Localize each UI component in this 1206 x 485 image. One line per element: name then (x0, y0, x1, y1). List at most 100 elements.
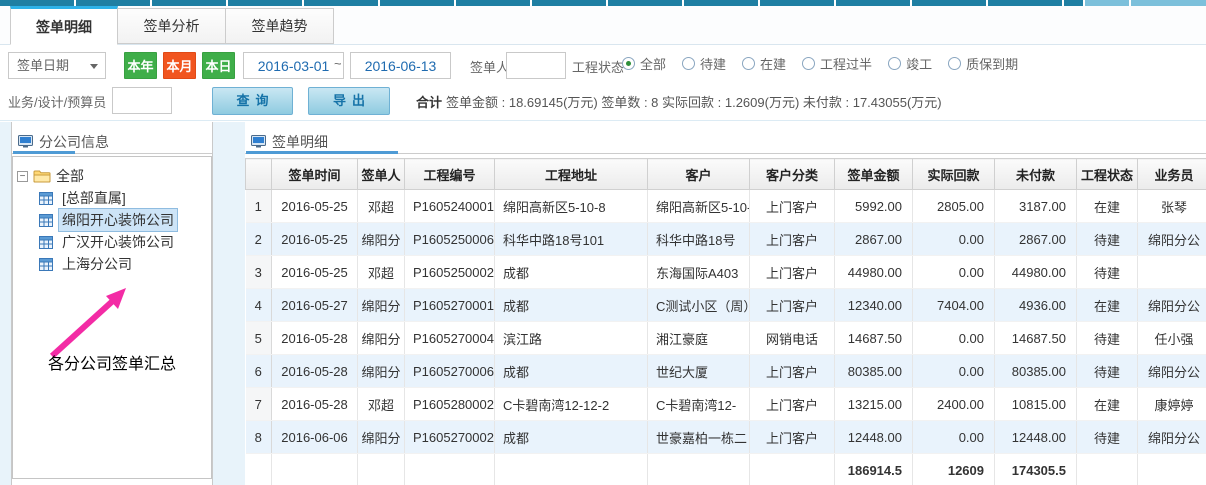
table-row[interactable]: 22016-05-25绵阳分P1605250006科华中路18号101科华中路1… (246, 223, 1206, 256)
table-row[interactable]: 82016-06-06绵阳分P1605270002成都世豪嘉柏一栋二上门客户12… (246, 421, 1206, 454)
table-cell: 2 (246, 223, 272, 256)
tree-root-all[interactable]: − 全部 (17, 165, 207, 187)
table-cell: 44980.00 (995, 256, 1077, 289)
tree-collapse-icon[interactable]: − (17, 171, 28, 182)
table-cell (1138, 256, 1206, 289)
table-cell: 待建 (1077, 355, 1138, 388)
tab-2[interactable]: 签单趋势 (226, 8, 334, 44)
table-cell: P1605270006 (405, 355, 495, 388)
sidebar-title: 分公司信息 (39, 132, 109, 152)
radio-label: 竣工 (906, 54, 932, 73)
tab-0[interactable]: 签单明细 (10, 6, 118, 45)
table-cell: 绵阳分公 (1138, 223, 1206, 256)
table-cell: 上门客户 (750, 223, 835, 256)
column-header-1[interactable]: 签单时间 (272, 159, 358, 190)
quick-button-2[interactable]: 本日 (202, 52, 235, 79)
table-row[interactable]: 42016-05-27绵阳分P1605270001成都C测试小区（周）上门客户1… (246, 289, 1206, 322)
radio-icon (948, 57, 961, 70)
totals-cell: 174305.5 (995, 454, 1077, 485)
column-header-8[interactable]: 实际回款 (913, 159, 995, 190)
branch-sidebar: 分公司信息 − 全部 [总部直属]绵阳开心装饰公司广汉开心装饰公司上海分公司 各… (11, 122, 213, 485)
table-cell: 2016-05-25 (272, 223, 358, 256)
column-header-2[interactable]: 签单人 (358, 159, 405, 190)
table-row[interactable]: 32016-05-25邓超P1605250002成都东海国际A403上门客户44… (246, 256, 1206, 289)
monitor-icon (18, 135, 33, 148)
table-cell: 3187.00 (995, 190, 1077, 223)
date-to-input[interactable] (350, 52, 451, 79)
table-cell: 3 (246, 256, 272, 289)
filter-panel: 签单日期 本年本月本日 ~ 签单人 工程状态 全部待建在建工程过半竣工质保到期 … (0, 45, 1206, 121)
export-button[interactable]: 导出 (308, 87, 390, 115)
tab-1[interactable]: 签单分析 (118, 8, 226, 44)
quick-button-1[interactable]: 本月 (163, 52, 196, 79)
column-header-10[interactable]: 工程状态 (1077, 159, 1138, 190)
table-cell: 任小强 (1138, 322, 1206, 355)
table-cell: 绵阳分公 (1138, 421, 1206, 454)
table-cell: 0.00 (913, 421, 995, 454)
sidebar-item-1[interactable]: 绵阳开心装饰公司 (39, 209, 207, 231)
divider-accent (246, 151, 398, 154)
table-cell: 康婷婷 (1138, 388, 1206, 421)
table-cell: 世纪大厦 (648, 355, 750, 388)
totals-cell: 12609 (913, 454, 995, 485)
signer-input[interactable] (506, 52, 566, 79)
radio-option-5[interactable]: 质保到期 (948, 54, 1018, 73)
monitor-icon (251, 135, 266, 148)
column-header-0[interactable] (246, 159, 272, 190)
column-header-4[interactable]: 工程地址 (495, 159, 648, 190)
table-row[interactable]: 72016-05-28邓超P1605280002C卡碧南湾12-12-2C卡碧南… (246, 388, 1206, 421)
table-cell: 绵阳高新区5-10- (648, 190, 750, 223)
table-cell: 绵阳分 (358, 355, 405, 388)
table-cell: 80385.00 (835, 355, 913, 388)
radio-icon (682, 57, 695, 70)
table-cell: P1605270001 (405, 289, 495, 322)
quick-button-0[interactable]: 本年 (124, 52, 157, 79)
table-cell: 0.00 (913, 355, 995, 388)
table-cell: P1605250006 (405, 223, 495, 256)
column-header-9[interactable]: 未付款 (995, 159, 1077, 190)
date-from-input[interactable] (243, 52, 344, 79)
radio-option-1[interactable]: 待建 (682, 54, 726, 73)
column-header-7[interactable]: 签单金额 (835, 159, 913, 190)
table-row[interactable]: 12016-05-25邓超P1605240001绵阳高新区5-10-8绵阳高新区… (246, 190, 1206, 223)
table-icon (39, 214, 53, 227)
staff-filter-input[interactable] (112, 87, 172, 114)
table-cell: 5 (246, 322, 272, 355)
sidebar-item-0[interactable]: [总部直属] (39, 187, 207, 209)
table-cell: 在建 (1077, 289, 1138, 322)
sidebar-item-label: [总部直属] (58, 186, 130, 210)
table-cell: 7404.00 (913, 289, 995, 322)
folder-icon (33, 169, 51, 183)
sidebar-item-2[interactable]: 广汉开心装饰公司 (39, 231, 207, 253)
tree-children: [总部直属]绵阳开心装饰公司广汉开心装饰公司上海分公司 (39, 187, 207, 275)
table-cell: 上门客户 (750, 190, 835, 223)
table-cell: 2016-05-25 (272, 256, 358, 289)
table-row[interactable]: 52016-05-28绵阳分P1605270004滨江路湘江豪庭网销电话1468… (246, 322, 1206, 355)
column-header-6[interactable]: 客户分类 (750, 159, 835, 190)
totals-cell (495, 454, 648, 485)
radio-label: 全部 (640, 54, 666, 73)
table-cell: 绵阳分 (358, 421, 405, 454)
radio-option-3[interactable]: 工程过半 (802, 54, 872, 73)
column-header-11[interactable]: 业务员 (1138, 159, 1206, 190)
table-cell: 待建 (1077, 223, 1138, 256)
sidebar-item-3[interactable]: 上海分公司 (39, 253, 207, 275)
radio-option-4[interactable]: 竣工 (888, 54, 932, 73)
radio-label: 质保到期 (966, 54, 1018, 73)
project-status-label: 工程状态 (572, 57, 624, 76)
query-button[interactable]: 查询 (212, 87, 293, 115)
table-cell: 待建 (1077, 322, 1138, 355)
column-header-5[interactable]: 客户 (648, 159, 750, 190)
date-field-select[interactable]: 签单日期 (8, 52, 106, 79)
totals-summary-prefix: 合计 (416, 95, 442, 110)
table-cell: 上门客户 (750, 256, 835, 289)
radio-option-2[interactable]: 在建 (742, 54, 786, 73)
table-cell: 14687.50 (835, 322, 913, 355)
totals-summary-text: 签单金额 : 18.69145(万元) 签单数 : 8 实际回款 : 1.260… (446, 95, 942, 110)
radio-option-0[interactable]: 全部 (622, 54, 666, 73)
table-row[interactable]: 62016-05-28绵阳分P1605270006成都世纪大厦上门客户80385… (246, 355, 1206, 388)
table-cell: 2016-05-28 (272, 388, 358, 421)
radio-label: 在建 (760, 54, 786, 73)
column-header-3[interactable]: 工程编号 (405, 159, 495, 190)
table-cell: 成都 (495, 256, 648, 289)
